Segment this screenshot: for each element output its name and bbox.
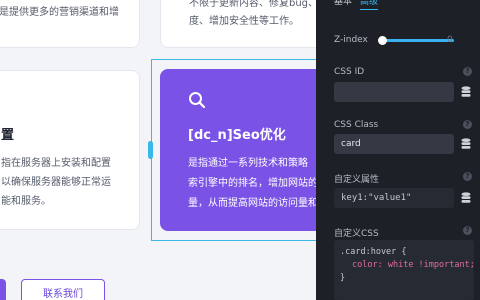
feature-card-server: 置 指在服务器上安装和配置 以确保服务器能够正常运 能和服务。	[0, 70, 140, 230]
css-id-label: CSS ID	[334, 67, 365, 77]
zindex-slider[interactable]	[382, 39, 454, 42]
css-line-3: }	[340, 273, 346, 283]
css-line-2: color: white !important;	[340, 259, 475, 272]
database-icon[interactable]	[461, 86, 471, 98]
css-selector: .card:hover	[340, 247, 397, 257]
zindex-label: Z-index	[334, 35, 368, 45]
tab-basic[interactable]: 基本	[334, 0, 352, 7]
css-class-label: CSS Class	[334, 120, 379, 130]
feature-card-top-right: 不限于更新内容、修复bug、 度、增加安全性等工作。	[160, 0, 316, 48]
help-icon[interactable]: ?	[463, 172, 472, 181]
resize-handle[interactable]	[148, 141, 153, 159]
card-text-1: 不限于更新内容、修复bug、	[189, 0, 316, 9]
css-property: color:	[352, 260, 383, 270]
custom-attr-input[interactable]: key1:"value1"	[334, 188, 454, 208]
css-value: white !important;	[387, 260, 475, 270]
card-text: 是提供更多的营销渠道和增	[0, 7, 119, 18]
card-text-1: 指在服务器上安装和配置	[1, 158, 111, 169]
card-text-2: 度、增加安全性等工作。	[189, 16, 299, 27]
page-canvas: 是提供更多的营销渠道和增 不限于更新内容、修复bug、 度、增加安全性等工作。 …	[0, 0, 316, 300]
seo-card-line-2: 索引擎中的排名，增加网站的	[188, 178, 316, 189]
css-class-input[interactable]: card	[334, 134, 454, 154]
database-icon[interactable]	[461, 192, 471, 204]
css-brace-open: {	[401, 247, 407, 257]
feature-card-top-left: 是提供更多的营销渠道和增	[0, 0, 140, 48]
help-icon[interactable]: ?	[463, 120, 472, 129]
seo-card-title: [dc_n]Seo优化	[188, 128, 286, 143]
help-icon[interactable]: ?	[463, 67, 472, 76]
seo-card-line-3: 量，从而提高网站的访问量和	[188, 198, 316, 209]
card-text-2: 以确保服务器能够正常运	[1, 177, 111, 188]
tab-advanced[interactable]: 高级	[360, 0, 379, 10]
custom-css-editor[interactable]: .card:hover { color: white !important; }	[334, 240, 475, 300]
seo-card[interactable]: [dc_n]Seo优化 是指通过一系列技术和策略 索引擎中的排名，增加网站的 量…	[160, 69, 316, 231]
css-id-input[interactable]	[334, 82, 454, 102]
help-icon[interactable]: ?	[463, 226, 472, 235]
card-text-3: 能和服务。	[1, 196, 51, 207]
database-icon[interactable]	[461, 138, 471, 150]
card-title: 置	[1, 128, 15, 143]
custom-css-label: 自定义CSS	[334, 229, 379, 239]
zindex-value: 0	[447, 35, 453, 45]
panel-tabs: 基本 高级	[334, 0, 386, 10]
custom-attr-label: 自定义属性	[334, 175, 380, 185]
contact-us-button[interactable]: 联系我们	[21, 279, 105, 300]
seo-card-desc: 是指通过一系列技术和策略 索引擎中的排名，增加网站的 量，从而提高网站的访问量和	[188, 154, 316, 214]
primary-button[interactable]	[0, 279, 6, 300]
search-icon	[188, 91, 206, 113]
css-line-1: .card:hover {	[340, 246, 468, 259]
settings-panel: 基本 高级 Z-index 0 CSS ID ? CSS Class ? card…	[316, 0, 480, 300]
zindex-slider-knob[interactable]	[378, 36, 387, 45]
seo-card-line-1: 是指通过一系列技术和策略	[188, 158, 308, 169]
